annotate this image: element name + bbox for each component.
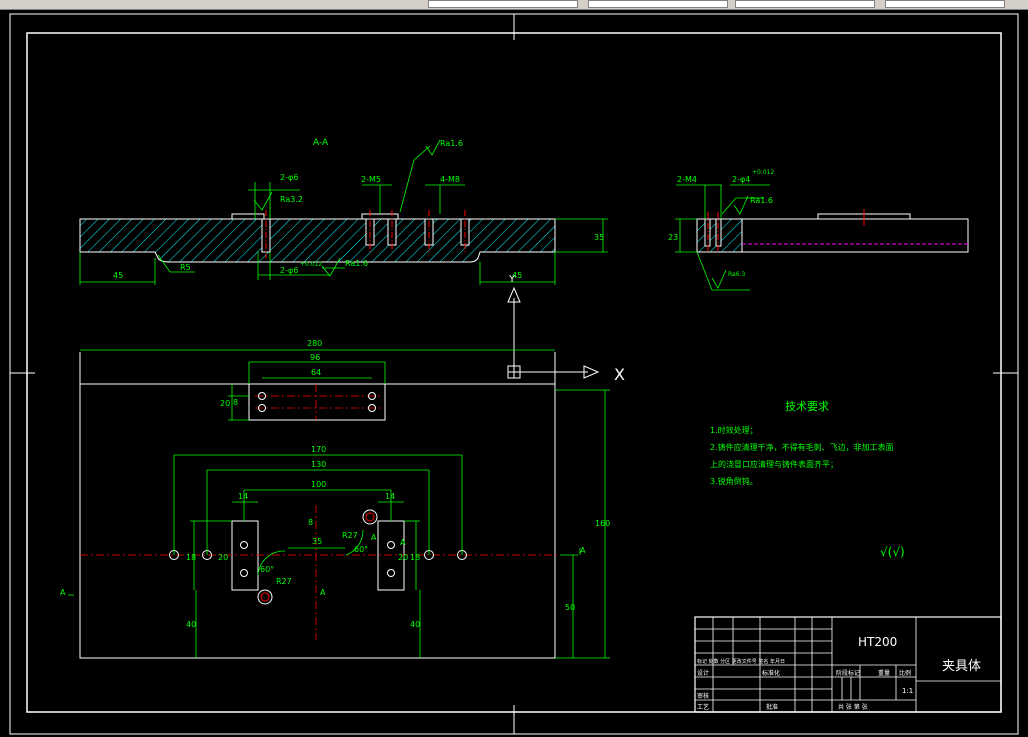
label-section-a4: A [371,533,377,542]
scale-text: 1:1 [902,687,913,695]
label-2m5: 2-M5 [361,175,381,184]
weight-label: 重量 [878,669,890,677]
toolbar-field-2[interactable] [588,0,728,8]
label-r27a: R27 [342,531,358,540]
part-name-text: 夹具体 [942,659,981,674]
label-4m8: 4-M8 [440,175,460,184]
section-view-title: A-A [313,138,329,148]
process-label: 工艺 [697,703,709,711]
tech-line-2: 2.铸件应清理干净，不得有毛刺、飞边，非加工表面 [710,442,894,452]
label-280: 280 [307,339,322,348]
tech-line-3: 上的浇冒口应清理与铸件表面齐平； [710,459,838,469]
design-label: 设计 [697,669,709,677]
label-60a: 60° [354,545,368,554]
toolbar-field-3[interactable] [735,0,875,8]
ucs-y-label: Y [508,274,516,285]
label-18b: 18 [410,553,420,562]
label-side-ra63: Ra6.3 [728,271,745,278]
toolbar-field-4[interactable] [885,0,1005,8]
label-ra16-bottom: Ra1.6 [345,259,368,268]
ucs-x-label: X [614,365,625,384]
label-170: 170 [311,445,326,454]
label-2phi6-bottom: 2-φ6 [280,266,298,275]
label-14a: 14 [238,492,248,501]
plan-view-labels: 280 96 64 20 8 170 130 100 14 14 35 160 … [60,339,610,629]
label-35: 35 [312,537,322,546]
label-100: 100 [311,480,326,489]
plan-view-body [79,352,556,659]
label-35-height: 35 [594,233,604,242]
label-40a: 40 [186,620,196,629]
standard-label: 标准化 [762,669,780,677]
sheets-label: 共 张 第 张 [838,703,868,711]
stage-mark-label: 阶段标记 [836,669,860,677]
label-20a: 20 [218,553,228,562]
label-r27b: R27 [276,577,292,586]
label-side-ra16: Ra1.6 [750,196,773,205]
toolbar-field-1[interactable] [428,0,578,8]
approve-label: 批准 [766,703,778,711]
label-160: 160 [595,519,610,528]
label-ra32: Ra3.2 [280,195,303,204]
label-64: 64 [311,368,321,377]
application-toolbar [0,0,1028,10]
label-section-a3: A [320,588,326,597]
tech-line-1: 1.时效处理； [710,425,758,435]
plan-view-centerlines [80,384,560,640]
label-18a: 18 [186,553,196,562]
roughness-note: √(√) [880,545,905,559]
label-8b: 8 [308,518,313,527]
label-side-tol: +0.012 [752,169,774,176]
cad-drawing-canvas[interactable]: A-A 45 45 35 2-φ6 Ra3.2 2-M5 4-M8 Ra1.6 … [0,10,1028,737]
section-view-body [79,210,556,263]
label-96: 96 [310,353,320,362]
section-view-dimensions [79,145,608,285]
scale-label: 比例 [899,669,911,677]
label-tol: +0.012 [300,261,322,268]
label-14b: 14 [385,492,395,501]
label-60b: 60° [260,565,274,574]
label-130: 130 [311,460,326,469]
revision-row-text: 标记 处数 分区 更改文件号 签名 年月日 [697,658,785,665]
check-label: 审核 [697,692,709,700]
ucs-icon [507,286,600,379]
label-2phi4: 2-φ4 [732,175,750,184]
label-45-left: 45 [113,271,123,280]
label-20: 20 [220,399,230,408]
label-section-a2: A [60,588,66,597]
label-section-a1: A [580,546,586,555]
tech-title: 技术要求 [785,400,829,413]
label-ra16-top: Ra1.6 [440,139,463,148]
label-section-a5: A [400,538,406,547]
tech-line-4: 3.锐角倒钝。 [710,476,758,486]
label-20b: 20 [398,553,408,562]
side-view-body [696,209,969,253]
label-r5: R5 [180,263,191,272]
plan-view-holes [169,392,467,605]
label-2m4: 2-M4 [677,175,697,184]
label-2phi6-top: 2-φ6 [280,173,298,182]
material-text: HT200 [858,635,897,649]
technical-requirements: 技术要求 1.时效处理； 2.铸件应清理干净，不得有毛刺、飞边，非加工表面 上的… [710,400,905,559]
label-side-23: 23 [668,233,678,242]
label-8: 8 [233,398,238,407]
label-50: 50 [565,603,575,612]
label-40b: 40 [410,620,420,629]
